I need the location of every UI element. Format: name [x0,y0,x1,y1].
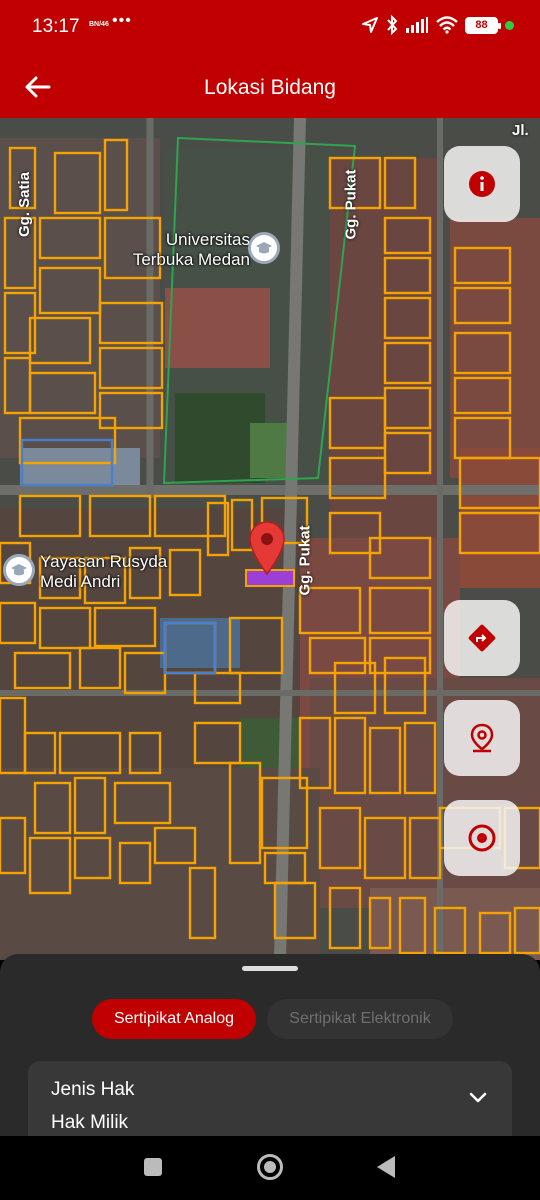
status-bar: 13:17 BN/46 ••• 88 [0,0,540,56]
privacy-dot [505,20,514,30]
info-button[interactable] [444,146,520,222]
page-title: Lokasi Bidang [204,76,336,99]
location-marker-icon[interactable] [248,520,286,576]
bluetooth-icon [387,15,398,35]
street-label-jl: Jl. [512,122,529,139]
nav-back-button[interactable] [377,1156,395,1178]
street-label-gg-pukat-top: Gg. Pukat [342,169,360,240]
place-label-university: Universitas Terbuka Medan [132,230,250,269]
status-icons: 88 [361,15,514,35]
info-icon [469,171,495,197]
tab-sertipikat-analog[interactable]: Sertipikat Analog [92,999,256,1039]
sheet-drag-handle[interactable] [242,966,298,971]
location-arrow-icon [362,17,378,33]
my-location-button[interactable] [444,800,520,876]
street-label-gg-satia: Gg. Satia [16,171,34,238]
target-icon [468,824,496,852]
jenis-hak-value: Hak Milik [51,1112,129,1133]
battery-indicator: 88 [465,16,501,34]
tab-sertipikat-elektronik[interactable]: Sertipikat Elektronik [267,999,453,1039]
notification-dots: ••• [112,12,132,29]
network-indicator: BN/46 [89,21,109,28]
app-bar: Lokasi Bidang [0,56,540,118]
school-icon[interactable] [248,232,280,264]
signal-icon [406,17,428,33]
directions-button[interactable] [444,600,520,676]
wifi-icon [436,16,458,34]
directions-icon [468,624,496,652]
street-label-gg-pukat-mid: Gg. Pukat [296,525,314,596]
location-pin-button[interactable] [444,700,520,776]
recents-button[interactable] [144,1158,162,1176]
system-nav-bar [0,1136,540,1200]
chevron-down-icon[interactable] [468,1091,488,1105]
bottom-sheet: Sertipikat Analog Sertipikat Elektronik … [0,954,540,1151]
place-label-yayasan: Yayasan Rusyda Medi Andri [40,552,168,591]
school-icon-yayasan[interactable] [3,554,35,586]
status-time: 13:17 [32,16,80,37]
location-pin-icon [470,723,494,753]
map-view[interactable]: Gg. Satia Gg. Pukat Gg. Pukat Jl. Univer… [0,118,540,960]
jenis-hak-label: Jenis Hak [51,1079,135,1100]
home-button[interactable] [257,1154,283,1180]
